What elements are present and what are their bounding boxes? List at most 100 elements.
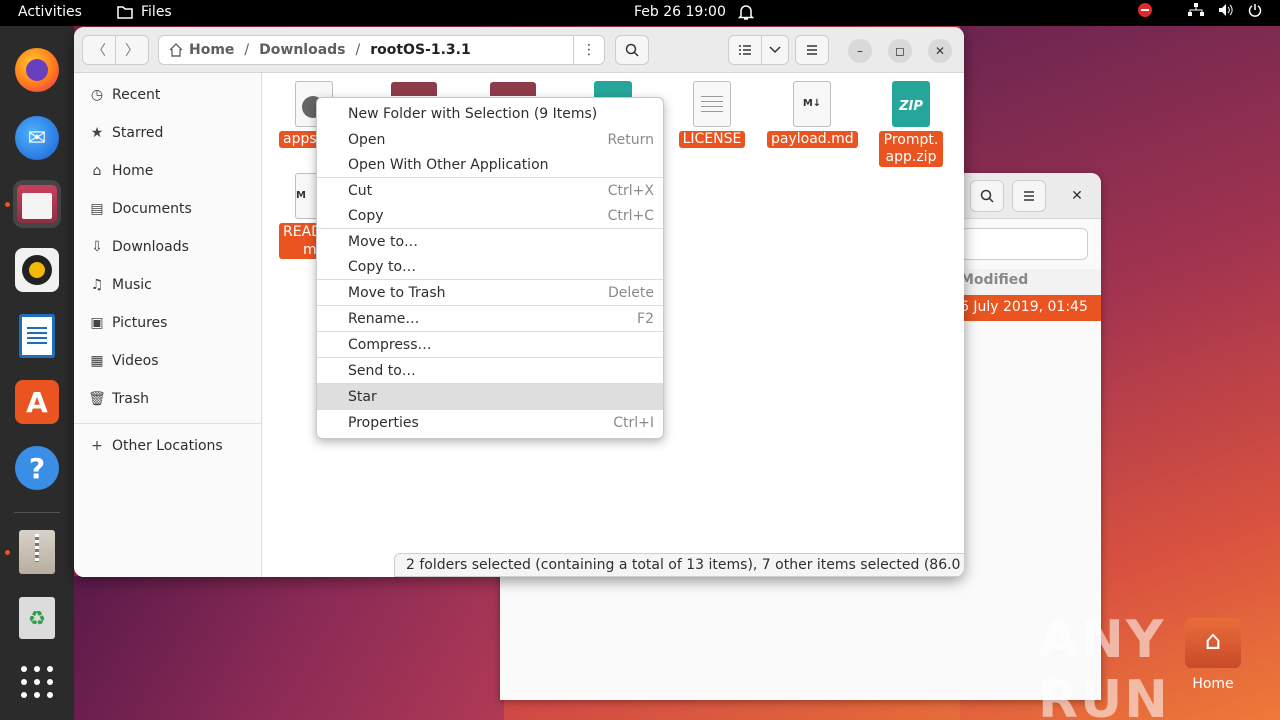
volume-icon (1219, 4, 1233, 16)
sidebar-item-documents[interactable]: ▤ Documents (74, 191, 262, 227)
sidebar-item-label: Documents (112, 201, 192, 217)
thunderbird-icon: ✉ (15, 116, 59, 160)
file-item[interactable]: ZIP Prompt. app.zip (871, 81, 951, 167)
minimize-icon: – (857, 44, 863, 58)
rhythmbox-launcher[interactable] (13, 246, 61, 294)
menu-item-properties[interactable]: Properties Ctrl+I (317, 410, 663, 436)
table-row[interactable]: 6 July 2019, 01:45 (960, 295, 1101, 321)
recording-icon[interactable] (1138, 3, 1152, 17)
files-icon (17, 185, 57, 223)
menu-item-cut[interactable]: Cut Ctrl+X (317, 178, 663, 204)
app-name: Files (141, 4, 172, 20)
main-menu-button[interactable] (795, 35, 829, 65)
sidebar-item-label: Downloads (112, 239, 189, 255)
sidebar-item-label: Home (112, 163, 154, 179)
firefox-icon (15, 48, 59, 92)
system-tray[interactable] (1138, 3, 1262, 17)
music-icon: ♫ (90, 277, 104, 293)
menu-item-star[interactable]: Star (317, 384, 663, 410)
view-options-button[interactable] (761, 35, 789, 65)
menu-item-open[interactable]: Open Return (317, 127, 663, 153)
bell-icon[interactable] (738, 3, 754, 21)
chevron-right-icon: 〉 (125, 43, 139, 59)
sidebar-item-starred[interactable]: ★ Starred (74, 115, 262, 151)
app-menu[interactable]: Files (117, 4, 172, 20)
sidebar-item-trash[interactable]: 🗑 Trash (74, 381, 262, 417)
file-label: apps (279, 131, 321, 148)
breadcrumb-home[interactable]: Home (189, 42, 234, 58)
menu-item-copy[interactable]: Copy Ctrl+C (317, 203, 663, 229)
search-button[interactable] (615, 35, 649, 65)
sidebar-item-pictures[interactable]: ▣ Pictures (74, 305, 262, 341)
file-item[interactable]: M↓ payload.md (767, 81, 858, 148)
video-icon: ▦ (90, 353, 104, 369)
close-button[interactable]: ✕ (928, 39, 952, 63)
close-icon: ✕ (934, 44, 946, 58)
star-icon: ★ (90, 125, 104, 141)
writer-icon (19, 314, 55, 358)
file-label: LICENSE (678, 131, 746, 148)
menu-item-move-to[interactable]: Move to… (317, 229, 663, 255)
menu-item-new-folder-with-selection[interactable]: New Folder with Selection (9 Items) (317, 101, 663, 127)
menu-item-move-to-trash[interactable]: Move to Trash Delete (317, 280, 663, 306)
forward-button[interactable]: 〉 (115, 35, 149, 65)
help-launcher[interactable]: ? (13, 444, 61, 492)
sidebar-item-music[interactable]: ♫ Music (74, 267, 262, 303)
trash-icon: ♻ (19, 597, 55, 639)
sidebar-item-other-locations[interactable]: + Other Locations (74, 428, 262, 464)
firefox-launcher[interactable] (13, 46, 61, 94)
menu-item-rename[interactable]: Rename… F2 (317, 306, 663, 332)
sidebar-item-home[interactable]: ⌂ Home (74, 153, 262, 189)
rhythmbox-icon (15, 248, 59, 292)
dock: ✉ A ? ♻ (0, 26, 74, 720)
watermark: ANY ▷ RUN (1038, 610, 1228, 720)
list-view-button[interactable] (728, 35, 762, 65)
menu-item-send-to[interactable]: Send to… (317, 358, 663, 384)
zip-icon: ZIP (892, 81, 930, 127)
wallpaper-shape (74, 576, 504, 720)
software-launcher[interactable]: A (13, 378, 61, 426)
home-icon (169, 43, 183, 57)
back-button[interactable]: 〈 (82, 35, 116, 65)
desktop-home-icon[interactable]: Home (1185, 618, 1241, 692)
maximize-button[interactable]: ◻ (888, 39, 912, 63)
sidebar-item-label: Videos (112, 353, 159, 369)
menu-button[interactable] (1012, 180, 1046, 212)
sidebar-item-recent[interactable]: ◷ Recent (74, 77, 262, 113)
breadcrumb-current[interactable]: rootOS-1.3.1 (370, 42, 471, 58)
hamburger-icon (807, 45, 817, 55)
top-bar: Activities Files Feb 26 19:00 (0, 0, 1280, 26)
breadcrumb[interactable]: Home / Downloads / rootOS-1.3.1 (158, 35, 574, 65)
sidebar-item-downloads[interactable]: ⇩ Downloads (74, 229, 262, 265)
minimize-button[interactable]: – (848, 39, 872, 63)
context-menu: New Folder with Selection (9 Items) Open… (316, 97, 664, 439)
show-apps-button[interactable] (13, 658, 61, 706)
breadcrumb-downloads[interactable]: Downloads (259, 42, 345, 58)
activities-button[interactable]: Activities (18, 4, 82, 20)
thunderbird-launcher[interactable]: ✉ (13, 114, 61, 162)
location-entry[interactable] (960, 228, 1088, 260)
file-item[interactable]: LICENSE (672, 81, 752, 148)
path-menu-button[interactable]: ⋮ (573, 35, 605, 65)
trash-launcher[interactable]: ♻ (13, 594, 61, 642)
writer-launcher[interactable] (13, 312, 61, 360)
sidebar-item-label: Starred (112, 125, 164, 141)
header-bar: 〈 〉 Home / Downloads / rootOS-1.3.1 ⋮ – … (74, 27, 964, 73)
chevron-down-icon (769, 46, 781, 54)
close-icon[interactable]: ✕ (1066, 185, 1088, 207)
archive-launcher[interactable] (13, 528, 61, 576)
clock[interactable]: Feb 26 19:00 (634, 4, 726, 20)
column-header-modified[interactable]: Modified (960, 269, 1101, 295)
search-icon (980, 189, 994, 203)
sidebar-item-label: Other Locations (112, 438, 223, 454)
list-icon (739, 45, 751, 55)
search-button[interactable] (970, 180, 1004, 212)
files-launcher[interactable] (13, 180, 61, 228)
menu-item-compress[interactable]: Compress… (317, 332, 663, 358)
sidebar-item-videos[interactable]: ▦ Videos (74, 343, 262, 379)
menu-item-copy-to[interactable]: Copy to… (317, 254, 663, 280)
folder-icon (490, 82, 536, 96)
menu-item-open-with[interactable]: Open With Other Application (317, 152, 663, 178)
clock-icon: ◷ (90, 87, 104, 103)
help-icon: ? (15, 446, 59, 490)
